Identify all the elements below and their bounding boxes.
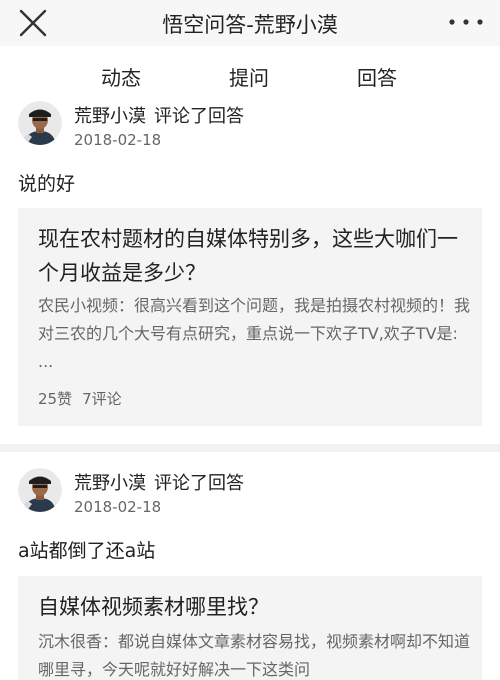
tab-answers[interactable]: 回答: [357, 62, 397, 91]
page-title: 悟空问答-荒野小漠: [162, 13, 338, 37]
question-card[interactable]: 现在农村题材的自媒体特别多，这些大咖们一个月收益是多少？ 农民小视频：很高兴看到…: [18, 208, 482, 426]
tab-activity[interactable]: 动态: [101, 62, 141, 91]
feed-divider: [0, 444, 500, 452]
more-icon[interactable]: [446, 10, 486, 34]
action-text: 评论了回答: [154, 473, 244, 494]
action-text: 评论了回答: [154, 106, 244, 127]
username-link[interactable]: 荒野小漠: [74, 106, 146, 127]
feed-item: 荒野小漠 评论了回答 2018-02-18 a站都倒了还a站 自媒体视频素材哪里找…: [0, 452, 500, 680]
question-title[interactable]: 自媒体视频素材哪里找？: [38, 590, 468, 624]
question-card[interactable]: 自媒体视频素材哪里找？ 沉木很香：都说自媒体文章素材容易找，视频素材啊却不知道哪…: [18, 576, 482, 680]
question-stats: 25赞 7评论: [38, 388, 122, 409]
username-link[interactable]: 荒野小漠: [74, 473, 146, 494]
answer-excerpt: 沉木很香：都说自媒体文章素材容易找，视频素材啊却不知道哪里寻，今天呢就好好解决一…: [38, 632, 471, 679]
post-date: 2018-02-18: [74, 498, 162, 516]
avatar[interactable]: [18, 468, 62, 512]
user-action-line: 荒野小漠 评论了回答: [74, 102, 244, 128]
post-date: 2018-02-18: [74, 131, 162, 149]
likes-count: 25赞: [38, 390, 73, 408]
answer-excerpt: 农民小视频：很高兴看到这个问题，我是拍摄农村视频的！我对三农的几个大号有点研究，…: [38, 296, 471, 371]
comment-text: a站都倒了还a站: [18, 540, 156, 562]
feed-item: 荒野小漠 评论了回答 2018-02-18 说的好 现在农村题材的自媒体特别多，这…: [0, 95, 500, 443]
tab-bar: 动态 提问 回答: [0, 46, 500, 102]
comment-text: 说的好: [18, 173, 76, 195]
tab-questions[interactable]: 提问: [229, 62, 269, 91]
top-bar: 悟空问答-荒野小漠: [0, 0, 500, 46]
avatar[interactable]: [18, 101, 62, 145]
comments-count: 7评论: [82, 390, 122, 408]
user-action-line: 荒野小漠 评论了回答: [74, 469, 244, 495]
question-title[interactable]: 现在农村题材的自媒体特别多，这些大咖们一个月收益是多少？: [38, 222, 468, 290]
